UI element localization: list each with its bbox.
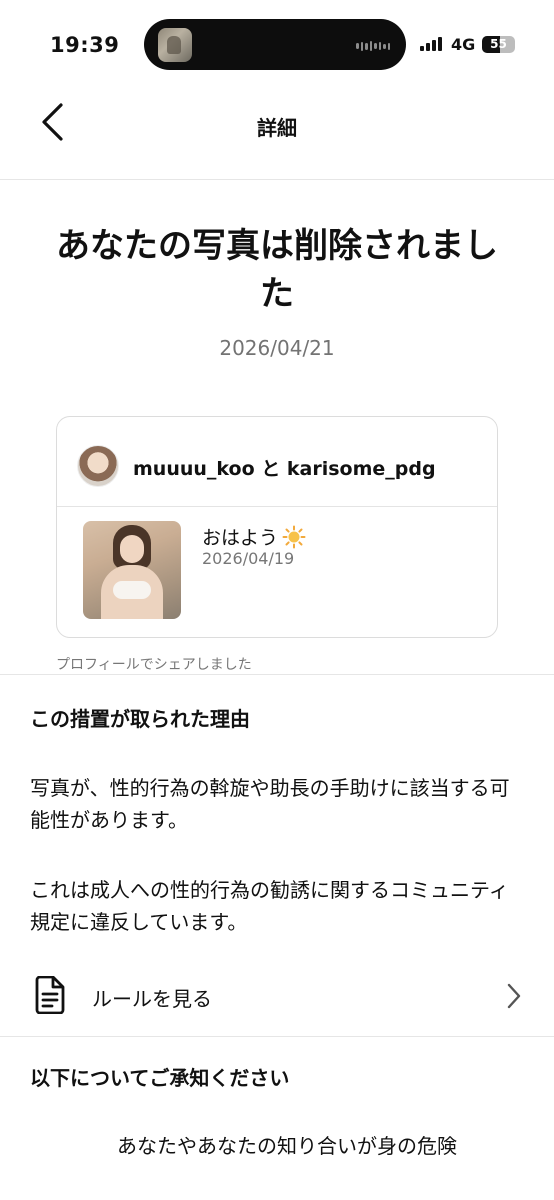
notice-title: 以下についてご承知ください — [30, 1066, 290, 1090]
nav-header: 詳細 — [0, 90, 554, 180]
sun-emoji-icon — [282, 525, 306, 548]
post-caption: おはよう — [202, 523, 306, 550]
document-icon — [35, 976, 65, 1014]
removed-post-card[interactable]: muuuu_koo と karisome_pdg おはよう 2026/04/19 — [56, 416, 498, 638]
post-thumbnail[interactable] — [83, 521, 181, 619]
share-note: プロフィールでシェアしました — [56, 657, 252, 673]
reason-paragraph-1: 写真が、性的行為の斡旋や助長の手助けに該当する可能性があります。 — [30, 776, 510, 832]
post-caption-text: おはよう — [202, 527, 279, 549]
notice-text: あなたやあなたの知り合いが身の危険 — [117, 1134, 457, 1158]
dynamic-island[interactable] — [144, 19, 406, 70]
now-playing-thumbnail — [158, 28, 192, 62]
status-time: 19:39 — [50, 33, 120, 57]
reason-paragraph-2: これは成人への性的行為の勧誘に関するコミュニティ規定に違反しています。 — [30, 878, 509, 934]
post-authors[interactable]: muuuu_koo と karisome_pdg — [133, 454, 436, 481]
view-rules-label: ルールを見る — [92, 987, 212, 1011]
removal-date: 2026/04/21 — [219, 336, 335, 360]
cellular-signal-icon — [420, 37, 442, 51]
battery-icon: 55 — [482, 36, 515, 53]
divider — [0, 1036, 554, 1037]
network-type: 4G — [451, 35, 476, 54]
reason-title: この措置が取られた理由 — [30, 707, 250, 731]
card-header: muuuu_koo と karisome_pdg — [57, 417, 497, 507]
avatar[interactable] — [77, 445, 119, 487]
post-date: 2026/04/19 — [202, 549, 295, 568]
chevron-right-icon — [507, 983, 521, 1009]
audio-waveform-icon — [356, 41, 390, 51]
view-rules-button[interactable]: ルールを見る — [0, 964, 554, 1028]
status-bar: 19:39 4G 55 — [0, 0, 554, 90]
page-title: 詳細 — [257, 116, 297, 140]
removal-headline: あなたの写真は削除されました — [56, 226, 498, 314]
divider — [0, 674, 554, 675]
battery-percent: 55 — [490, 37, 507, 51]
